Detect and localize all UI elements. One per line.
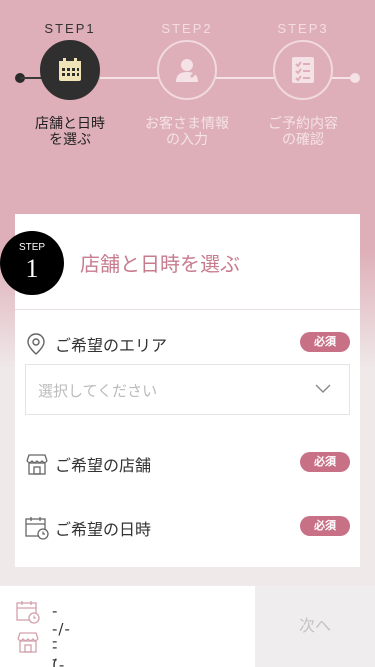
step-text-line: を選ぶ bbox=[49, 132, 91, 148]
area-label: ご希望のエリア bbox=[55, 336, 168, 355]
step-badge-word: STEP bbox=[18, 242, 46, 253]
card-header: STEP 1 店舗と日時を選ぶ bbox=[0, 214, 360, 310]
store-icon bbox=[26, 454, 48, 475]
calendar-clock-icon bbox=[25, 517, 49, 540]
step-badge-number: 1 bbox=[25, 254, 39, 283]
step-text: 店舗と日時 を選ぶ bbox=[12, 116, 128, 148]
step-label: STEP1 bbox=[44, 21, 96, 36]
step-label: STEP3 bbox=[277, 21, 329, 36]
step-2: STEP2 お客さま情報 の入力 bbox=[129, 18, 245, 148]
summary-store: -- bbox=[52, 632, 59, 667]
step-circle bbox=[40, 40, 100, 100]
location-pin-icon bbox=[27, 333, 45, 355]
step-badge: STEP 1 bbox=[0, 231, 64, 295]
calendar-icon bbox=[59, 58, 81, 81]
required-badge: 必須 bbox=[300, 452, 350, 472]
required-badge: 必須 bbox=[300, 332, 350, 352]
required-badge: 必須 bbox=[300, 516, 350, 536]
area-select[interactable]: 選択してください bbox=[25, 364, 350, 415]
area-select-placeholder: 選択してください bbox=[38, 382, 158, 400]
area-field-header: ご希望のエリア 必須 bbox=[25, 328, 350, 356]
datetime-field-header: ご希望の日時 必須 bbox=[25, 512, 350, 540]
step-1: STEP1 店舗と日時 を選ぶ bbox=[12, 18, 128, 148]
datetime-field[interactable]: ご希望の日時 必須 bbox=[25, 512, 350, 540]
step-text-line: 店舗と日時 bbox=[35, 116, 105, 132]
page-title: 店舗と日時を選ぶ bbox=[80, 252, 240, 276]
checklist-icon bbox=[292, 57, 314, 83]
store-field[interactable]: ご希望の店舗 必須 bbox=[25, 448, 350, 476]
store-icon bbox=[17, 632, 39, 653]
selection-summary: --/--(--) -- bbox=[0, 586, 255, 667]
booking-card: STEP 1 店舗と日時を選ぶ ご希望のエリア 必須 選択してください ご希望の… bbox=[0, 214, 360, 567]
datetime-label: ご希望の日時 bbox=[55, 520, 152, 539]
step-3: STEP3 ご予約内容 の確認 bbox=[245, 18, 361, 148]
step-text-line: ご予約内容 bbox=[268, 116, 338, 132]
step-progress: STEP1 店舗と日時 を選ぶ STEP2 お客さま情報 の入力 STEP3 ご… bbox=[0, 0, 375, 170]
store-field-header: ご希望の店舗 必須 bbox=[25, 448, 350, 476]
step-text-line: の確認 bbox=[282, 132, 324, 148]
step-text: お客さま情報 の入力 bbox=[129, 116, 245, 148]
step-label: STEP2 bbox=[161, 21, 213, 36]
bottom-bar: --/--(--) -- 次へ bbox=[0, 586, 375, 667]
step-text: ご予約内容 の確認 bbox=[245, 116, 361, 148]
next-button[interactable]: 次へ bbox=[255, 586, 375, 667]
step-circle bbox=[273, 40, 333, 100]
store-label: ご希望の店舗 bbox=[55, 456, 152, 475]
step-text-line: の入力 bbox=[166, 132, 208, 148]
area-field: ご希望のエリア 必須 選択してください bbox=[25, 328, 350, 415]
step-circle bbox=[157, 40, 217, 100]
person-icon bbox=[176, 59, 199, 82]
calendar-clock-icon bbox=[16, 601, 40, 624]
chevron-down-icon bbox=[315, 384, 331, 393]
step-text-line: お客さま情報 bbox=[145, 116, 229, 132]
